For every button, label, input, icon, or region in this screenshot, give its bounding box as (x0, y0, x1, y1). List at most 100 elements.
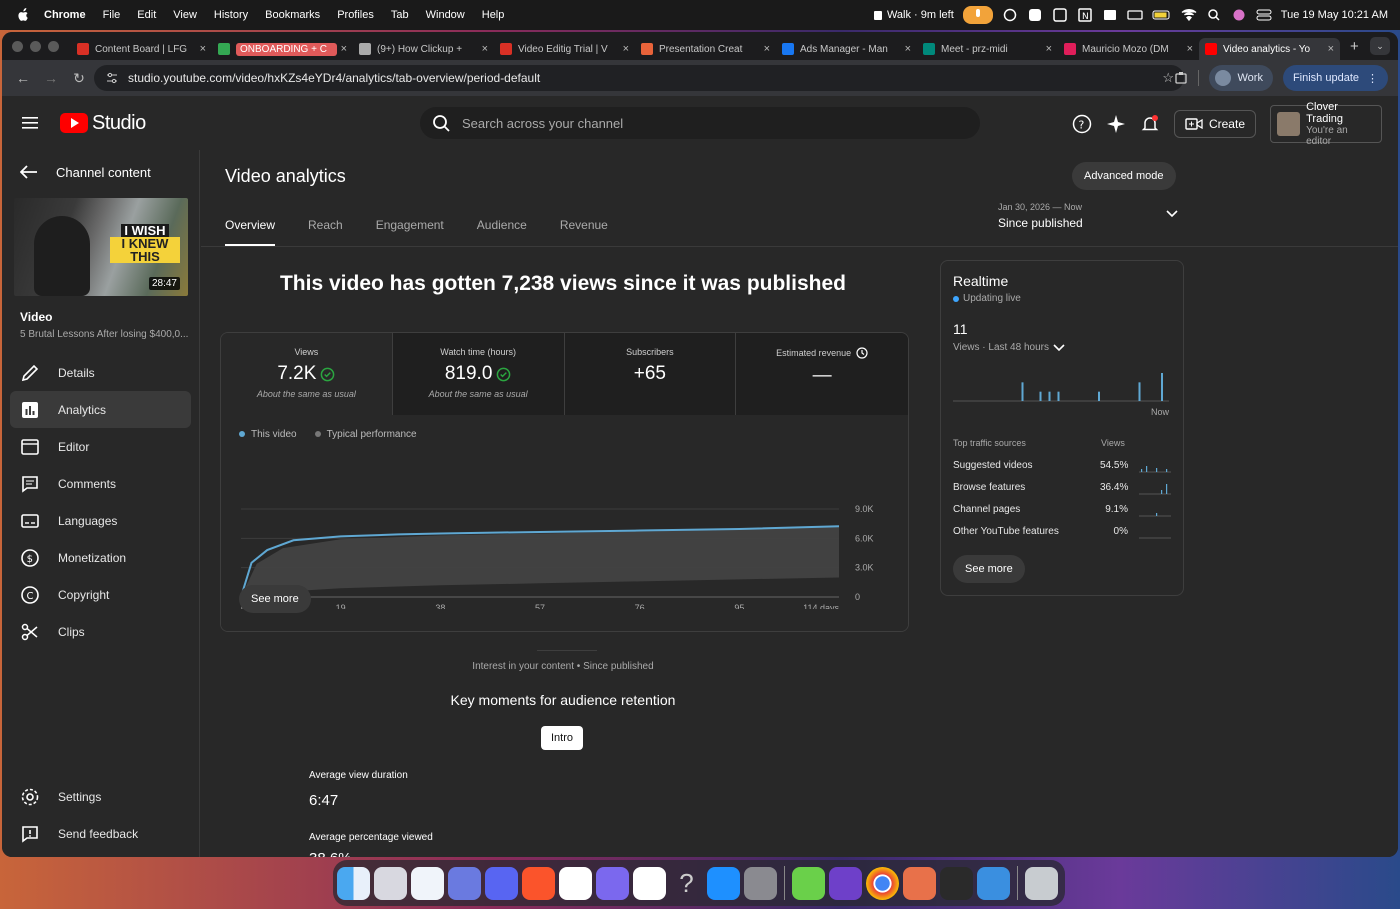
extensions-icon[interactable] (1174, 71, 1188, 85)
browser-tab[interactable]: Ads Manager - Man × (776, 38, 917, 60)
date-range-picker[interactable]: Jan 30, 2026 — Now Since published (998, 202, 1178, 230)
close-tab-icon[interactable]: × (623, 43, 629, 55)
notion-icon[interactable]: N (1077, 8, 1093, 22)
menu-history[interactable]: History (214, 9, 248, 21)
help-question-icon[interactable]: ? (670, 867, 703, 900)
tab-search-button[interactable]: ⌄ (1370, 37, 1390, 55)
menu-window[interactable]: Window (426, 9, 465, 21)
address-bar[interactable]: studio.youtube.com/video/hxKZs4eYDr4/ana… (94, 65, 1184, 91)
browser-tab[interactable]: Meet - prz-midi × (917, 38, 1058, 60)
chrome-icon[interactable] (866, 866, 899, 900)
minimize-window-button[interactable] (30, 40, 41, 52)
realtime-bar-chart[interactable] (953, 367, 1173, 403)
grid-app-icon[interactable] (1052, 8, 1068, 22)
settings-app-icon[interactable] (1027, 8, 1043, 22)
sidebar-item-copyright[interactable]: C Copyright (10, 576, 191, 613)
views-line-chart[interactable]: 9.0K6.0K3.0K001938577695114 days (221, 449, 909, 609)
brave-icon[interactable] (522, 866, 555, 900)
wifi-icon[interactable] (1181, 8, 1197, 22)
tab-engagement[interactable]: Engagement (376, 218, 444, 247)
sidebar-item-send-feedback[interactable]: Send feedback (10, 815, 192, 852)
app-store-icon[interactable] (707, 866, 740, 900)
sidebar-item-analytics[interactable]: Analytics (10, 391, 191, 428)
browser-tab[interactable]: (9+) How Clickup + × (353, 38, 494, 60)
sidebar-item-monetization[interactable]: $ Monetization (10, 539, 191, 576)
menu-icon[interactable] (22, 116, 38, 130)
browser-tab[interactable]: Video analytics - Yo × (1199, 38, 1340, 60)
site-info-icon[interactable] (106, 72, 118, 84)
chart-see-more-button[interactable]: See more (239, 585, 311, 613)
menu-edit[interactable]: Edit (137, 9, 156, 21)
sidebar-item-comments[interactable]: Comments (10, 465, 191, 502)
freeform-icon[interactable] (411, 866, 444, 900)
browser-tab[interactable]: Mauricio Mozo (DM × (1058, 38, 1199, 60)
browser-tab[interactable]: Content Board | LFG × (71, 38, 212, 60)
discord-icon[interactable] (485, 866, 518, 900)
microphone-icon[interactable] (962, 6, 993, 24)
apple-icon[interactable] (16, 8, 30, 22)
keynote-icon[interactable] (977, 866, 1010, 900)
advanced-mode-button[interactable]: Advanced mode (1072, 162, 1176, 190)
memory-icon[interactable] (1127, 8, 1143, 22)
github-icon[interactable] (829, 866, 862, 900)
notion-dock-icon[interactable] (559, 866, 592, 900)
profile-chip[interactable]: Work (1209, 65, 1273, 91)
forward-button[interactable]: → (44, 70, 58, 86)
trash-icon[interactable] (1025, 866, 1058, 900)
control-center-icon[interactable] (1256, 8, 1272, 22)
close-window-button[interactable] (12, 40, 23, 52)
menu-file[interactable]: File (103, 9, 121, 21)
close-tab-icon[interactable]: × (1328, 43, 1334, 55)
menu-tab[interactable]: Tab (391, 9, 409, 21)
back-button[interactable]: ← (16, 70, 30, 86)
realtime-see-more-button[interactable]: See more (953, 555, 1025, 583)
system-settings-icon[interactable] (744, 866, 777, 900)
walk-timer[interactable]: Walk · 9m left (873, 9, 954, 21)
sidebar-item-settings[interactable]: Settings (10, 778, 192, 815)
sidebar-item-details[interactable]: Details (10, 354, 191, 391)
sidebar-item-clips[interactable]: Clips (10, 613, 191, 650)
tab-overview[interactable]: Overview (225, 218, 276, 247)
metric-subscribers[interactable]: Subscribers +65 (564, 333, 737, 415)
metric-views[interactable]: Views 7.2K About the same as usual (221, 333, 393, 415)
bookmark-star-icon[interactable]: ☆ (1162, 70, 1174, 86)
status-icon[interactable] (1002, 8, 1018, 22)
finish-update-button[interactable]: Finish update ⋮ (1282, 65, 1388, 91)
photos-app-icon[interactable] (448, 866, 481, 900)
maximize-window-button[interactable] (48, 40, 59, 52)
launchpad-icon[interactable] (374, 866, 407, 900)
close-tab-icon[interactable]: × (482, 43, 488, 55)
browser-tab[interactable]: Presentation Creat × (635, 38, 776, 60)
chatgpt-icon[interactable] (633, 866, 666, 900)
create-button[interactable]: Create (1173, 110, 1256, 138)
battery-app-icon[interactable] (792, 866, 825, 900)
sparkle-icon[interactable] (1106, 114, 1126, 134)
studio-logo[interactable]: Studio (60, 112, 146, 135)
notifications-bell-icon[interactable] (1140, 114, 1160, 134)
clock[interactable]: Tue 19 May 10:21 AM (1281, 9, 1388, 21)
browser-tab[interactable]: ONBOARDING + C × (212, 38, 353, 60)
clickup-icon[interactable] (596, 866, 629, 900)
spotlight-search-icon[interactable] (1206, 8, 1222, 22)
intro-chip[interactable]: Intro (541, 726, 584, 750)
close-tab-icon[interactable]: × (200, 43, 206, 55)
cube-app-icon[interactable] (940, 866, 973, 900)
menu-profiles[interactable]: Profiles (337, 9, 374, 21)
finder-icon[interactable] (337, 866, 370, 900)
close-tab-icon[interactable]: × (764, 43, 770, 55)
realtime-period-dropdown[interactable]: Views · Last 48 hours (953, 342, 1065, 353)
account-switcher[interactable]: Clover Trading You're an editor (1270, 101, 1382, 147)
metric-estimated-revenue[interactable]: Estimated revenue — (736, 333, 908, 415)
calendar-icon[interactable] (1102, 8, 1118, 22)
video-thumbnail[interactable]: I WISH I KNEW THIS 28:47 (14, 198, 188, 296)
metric-watch-time[interactable]: Watch time (hours) 819.0 About the same … (392, 333, 565, 415)
reload-button[interactable]: ↻ (72, 70, 86, 87)
channel-content-back-link[interactable]: Channel content (2, 150, 199, 194)
menu-view[interactable]: View (173, 9, 197, 21)
siri-icon[interactable] (1231, 8, 1247, 22)
menu-help[interactable]: Help (482, 9, 505, 21)
sidebar-item-languages[interactable]: Languages (10, 502, 191, 539)
tab-audience[interactable]: Audience (477, 218, 527, 247)
claude-icon[interactable] (903, 866, 936, 900)
battery-icon[interactable] (1152, 8, 1172, 22)
